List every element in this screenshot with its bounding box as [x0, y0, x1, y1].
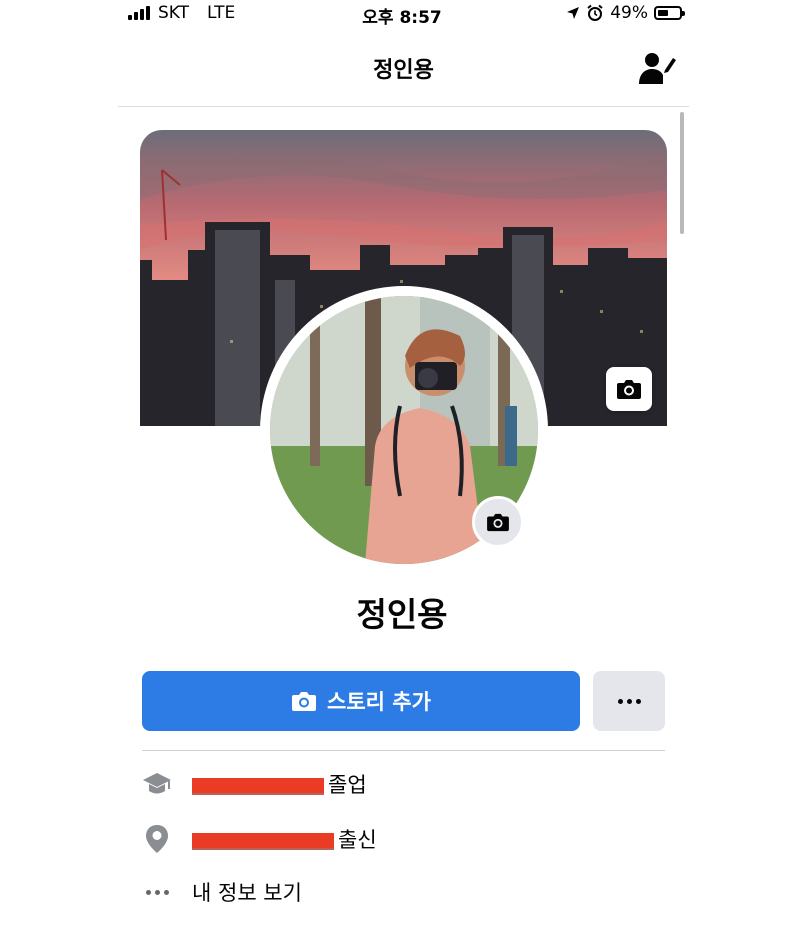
- status-bar: SKT LTE 오후 8:57 49%: [0, 0, 804, 28]
- status-right-group: 49%: [566, 2, 685, 24]
- avatar-camera-button[interactable]: [472, 496, 524, 548]
- battery-percent: 49%: [610, 3, 648, 23]
- location-pin-icon: [146, 825, 168, 853]
- profile-name: 정인용: [356, 595, 448, 634]
- more-dots-icon: [145, 889, 169, 895]
- battery-icon: [654, 6, 685, 20]
- redacted-hometown: [192, 832, 334, 850]
- redacted-school-name: [192, 777, 324, 795]
- scrollbar[interactable]: [680, 112, 684, 234]
- profile-header: 정인용: [118, 30, 689, 107]
- add-story-label: 스토리 추가: [327, 690, 431, 714]
- more-options-button[interactable]: [593, 671, 665, 731]
- more-dots-icon: [617, 698, 623, 704]
- add-story-button[interactable]: 스토리 추가: [142, 671, 580, 731]
- camera-icon: [487, 513, 509, 532]
- divider: [142, 750, 665, 751]
- camera-icon: [617, 380, 641, 399]
- see-about-row[interactable]: 내 정보 보기: [142, 874, 302, 910]
- hometown-suffix: 출신: [338, 828, 377, 852]
- graduation-cap-icon: [143, 773, 171, 794]
- see-about-label: 내 정보 보기: [192, 881, 302, 905]
- person-edit-icon[interactable]: [637, 48, 677, 88]
- page-title: 정인용: [373, 58, 434, 83]
- location-arrow-icon: [567, 7, 580, 19]
- hometown-row[interactable]: 출신: [142, 821, 377, 857]
- education-row[interactable]: 졸업: [142, 766, 367, 802]
- cover-camera-button[interactable]: [606, 367, 652, 411]
- education-suffix: 졸업: [328, 773, 367, 797]
- camera-icon: [292, 692, 317, 711]
- alarm-icon: [587, 4, 603, 21]
